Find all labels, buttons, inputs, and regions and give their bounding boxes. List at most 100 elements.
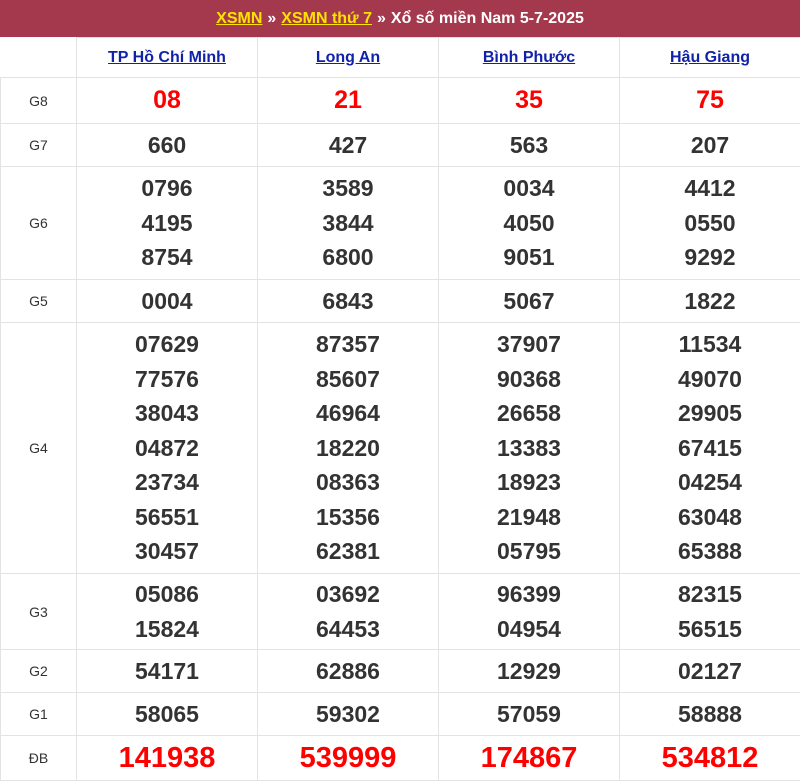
prize-label: G2 xyxy=(1,650,77,693)
result-number: 05086 xyxy=(77,577,257,612)
result-cell: 358938446800 xyxy=(258,167,439,280)
result-number: 37907 xyxy=(439,327,619,362)
result-number: 18220 xyxy=(258,431,438,466)
result-number: 08363 xyxy=(258,465,438,500)
result-cell: 37907903682665813383189232194805795 xyxy=(439,323,620,574)
result-number: 21948 xyxy=(439,500,619,535)
result-number: 6800 xyxy=(258,240,438,275)
province-header-row: TP Hồ Chí Minh Long An Bình Phước Hậu Gi… xyxy=(1,38,800,78)
result-number: 07629 xyxy=(77,327,257,362)
result-number: 56515 xyxy=(620,612,800,647)
result-number: 13383 xyxy=(439,431,619,466)
prize-row: ĐB141938539999174867534812 xyxy=(1,736,800,781)
result-cell: 079641958754 xyxy=(77,167,258,280)
result-cell: 21 xyxy=(258,78,439,124)
result-number: 62886 xyxy=(258,654,438,689)
result-cell: 0004 xyxy=(77,280,258,323)
result-number: 08 xyxy=(77,83,257,118)
result-cell: 5067 xyxy=(439,280,620,323)
breadcrumb-separator: » xyxy=(377,10,386,28)
result-cell: 427 xyxy=(258,124,439,167)
result-number: 46964 xyxy=(258,396,438,431)
result-number: 18923 xyxy=(439,465,619,500)
result-number: 35 xyxy=(439,83,619,118)
province-link-hau-giang[interactable]: Hậu Giang xyxy=(670,49,750,66)
result-number: 26658 xyxy=(439,396,619,431)
province-link-hcm[interactable]: TP Hồ Chí Minh xyxy=(108,49,226,66)
result-cell: 8231556515 xyxy=(620,574,800,650)
result-cell: 54171 xyxy=(77,650,258,693)
result-cell: 87357856074696418220083631535662381 xyxy=(258,323,439,574)
result-number: 63048 xyxy=(620,500,800,535)
result-number: 427 xyxy=(258,128,438,163)
prize-row: G407629775763804304872237345655130457873… xyxy=(1,323,800,574)
result-cell: 9639904954 xyxy=(439,574,620,650)
result-cell: 207 xyxy=(620,124,800,167)
result-number: 15824 xyxy=(77,612,257,647)
results-body: G808213575G7660427563207G607964195875435… xyxy=(1,78,800,781)
result-number: 9292 xyxy=(620,240,800,275)
result-number: 82315 xyxy=(620,577,800,612)
result-number: 67415 xyxy=(620,431,800,466)
result-number: 23734 xyxy=(77,465,257,500)
result-number: 534812 xyxy=(620,741,800,776)
result-number: 5067 xyxy=(439,284,619,319)
result-cell: 0369264453 xyxy=(258,574,439,650)
result-cell: 35 xyxy=(439,78,620,124)
corner-cell xyxy=(1,38,77,78)
province-link-long-an[interactable]: Long An xyxy=(316,49,380,66)
result-cell: 174867 xyxy=(439,736,620,781)
result-number: 54171 xyxy=(77,654,257,689)
result-cell: 1822 xyxy=(620,280,800,323)
result-number: 58065 xyxy=(77,697,257,732)
result-number: 49070 xyxy=(620,362,800,397)
result-cell: 003440509051 xyxy=(439,167,620,280)
result-number: 4195 xyxy=(77,206,257,241)
result-number: 15356 xyxy=(258,500,438,535)
result-number: 57059 xyxy=(439,697,619,732)
result-number: 77576 xyxy=(77,362,257,397)
prize-label: G7 xyxy=(1,124,77,167)
result-number: 0550 xyxy=(620,206,800,241)
result-cell: 08 xyxy=(77,78,258,124)
result-number: 30457 xyxy=(77,534,257,569)
result-number: 04954 xyxy=(439,612,619,647)
xsmn-saturday-link[interactable]: XSMN thứ 7 xyxy=(281,10,372,28)
result-number: 03692 xyxy=(258,577,438,612)
xsmn-link[interactable]: XSMN xyxy=(216,10,262,28)
result-number: 05795 xyxy=(439,534,619,569)
prize-label: G5 xyxy=(1,280,77,323)
result-number: 65388 xyxy=(620,534,800,569)
result-number: 38043 xyxy=(77,396,257,431)
result-number: 6843 xyxy=(258,284,438,319)
result-number: 56551 xyxy=(77,500,257,535)
prize-label: G3 xyxy=(1,574,77,650)
result-number: 1822 xyxy=(620,284,800,319)
result-number: 96399 xyxy=(439,577,619,612)
province-link-binh-phuoc[interactable]: Bình Phước xyxy=(483,49,575,66)
result-number: 90368 xyxy=(439,362,619,397)
prize-row: G607964195875435893844680000344050905144… xyxy=(1,167,800,280)
result-number: 3589 xyxy=(258,171,438,206)
prize-row: G158065593025705958888 xyxy=(1,693,800,736)
result-number: 02127 xyxy=(620,654,800,689)
prize-row: G7660427563207 xyxy=(1,124,800,167)
result-number: 04254 xyxy=(620,465,800,500)
result-number: 59302 xyxy=(258,697,438,732)
result-number: 9051 xyxy=(439,240,619,275)
prize-label: G1 xyxy=(1,693,77,736)
result-number: 29905 xyxy=(620,396,800,431)
result-cell: 07629775763804304872237345655130457 xyxy=(77,323,258,574)
result-number: 12929 xyxy=(439,654,619,689)
result-cell: 75 xyxy=(620,78,800,124)
result-number: 62381 xyxy=(258,534,438,569)
result-number: 0796 xyxy=(77,171,257,206)
result-number: 21 xyxy=(258,83,438,118)
result-number: 04872 xyxy=(77,431,257,466)
result-number: 64453 xyxy=(258,612,438,647)
page-title: Xổ số miền Nam 5-7-2025 xyxy=(391,10,584,28)
result-number: 3844 xyxy=(258,206,438,241)
result-cell: 58065 xyxy=(77,693,258,736)
province-header: TP Hồ Chí Minh xyxy=(77,38,258,78)
result-number: 11534 xyxy=(620,327,800,362)
